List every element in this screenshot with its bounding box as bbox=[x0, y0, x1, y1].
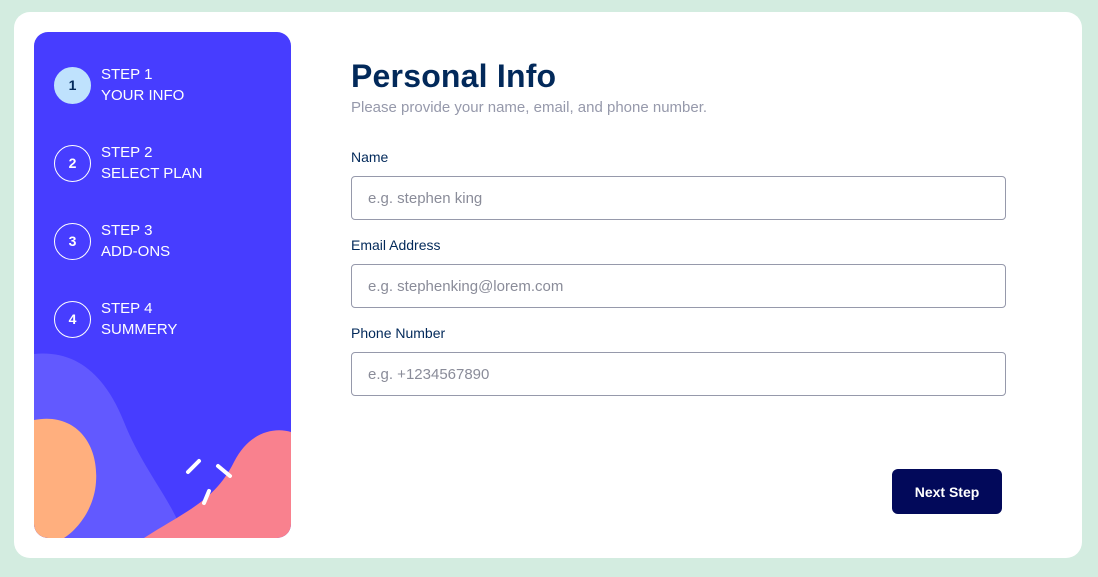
personal-info-form: Personal Info Please provide your name, … bbox=[351, 58, 1011, 396]
step-1-number: 1 bbox=[54, 66, 91, 104]
name-input[interactable] bbox=[351, 176, 1006, 220]
phone-field-group: Phone Number bbox=[351, 325, 1011, 396]
next-step-button[interactable]: Next Step bbox=[892, 469, 1002, 514]
name-field-group: Name bbox=[351, 149, 1011, 220]
step-2[interactable]: 2 STEP 2 SELECT PLAN bbox=[54, 144, 202, 182]
step-3-label: STEP 3 bbox=[101, 222, 153, 239]
form-card: 1 STEP 1 YOUR INFO 2 STEP 2 SELECT PLAN … bbox=[14, 12, 1082, 558]
name-label: Name bbox=[351, 149, 389, 165]
sidebar: 1 STEP 1 YOUR INFO 2 STEP 2 SELECT PLAN … bbox=[34, 32, 291, 538]
step-4-label: STEP 4 bbox=[101, 300, 153, 317]
step-1-label: STEP 1 bbox=[101, 66, 153, 83]
step-2-label: STEP 2 bbox=[101, 144, 153, 161]
step-4-name: SUMMERY bbox=[101, 321, 178, 338]
phone-label: Phone Number bbox=[351, 325, 446, 341]
email-label: Email Address bbox=[351, 237, 441, 253]
step-2-number: 2 bbox=[54, 144, 91, 182]
step-1[interactable]: 1 STEP 1 YOUR INFO bbox=[54, 66, 202, 104]
step-list: 1 STEP 1 YOUR INFO 2 STEP 2 SELECT PLAN … bbox=[54, 66, 202, 378]
step-3[interactable]: 3 STEP 3 ADD-ONS bbox=[54, 222, 202, 260]
page-title: Personal Info bbox=[351, 58, 557, 94]
phone-input[interactable] bbox=[351, 352, 1006, 396]
step-4-number: 4 bbox=[54, 300, 91, 338]
email-input[interactable] bbox=[351, 264, 1006, 308]
step-1-name: YOUR INFO bbox=[101, 87, 185, 104]
step-4[interactable]: 4 STEP 4 SUMMERY bbox=[54, 300, 202, 338]
step-2-name: SELECT PLAN bbox=[101, 165, 203, 182]
page-subtitle: Please provide your name, email, and pho… bbox=[351, 99, 708, 116]
step-3-name: ADD-ONS bbox=[101, 243, 171, 260]
step-3-number: 3 bbox=[54, 222, 91, 260]
email-field-group: Email Address bbox=[351, 237, 1011, 308]
